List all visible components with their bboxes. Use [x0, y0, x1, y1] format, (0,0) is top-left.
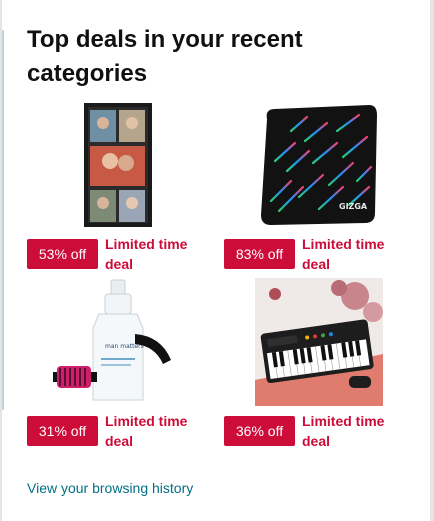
deal-tile-derma-roller[interactable]: man matters 31% off Limited time deal [27, 278, 209, 453]
product-image-photo-frame[interactable] [27, 101, 209, 229]
product-image-derma-roller[interactable]: man matters [27, 278, 209, 406]
deal-label: Limited time deal [105, 236, 188, 272]
deal-tile-keyboard[interactable]: 36% off Limited time deal [224, 278, 406, 453]
product-image-keyboard[interactable] [224, 278, 406, 406]
deal-info: 53% off Limited time deal [27, 234, 209, 274]
discount-badge: 36% off [224, 416, 295, 446]
deal-info: 36% off Limited time deal [224, 411, 406, 451]
deal-tile-mouse-pad[interactable]: GIZGA 83% off Limited time deal [224, 101, 406, 276]
discount-badge: 53% off [27, 239, 98, 269]
card-title: Top deals in your recent categories [27, 26, 303, 87]
deal-info: 31% off Limited time deal [27, 411, 209, 451]
deal-label: Limited time deal [302, 413, 385, 449]
deal-tile-photo-frame[interactable]: 53% off Limited time deal [27, 101, 209, 276]
view-browsing-history-link[interactable]: View your browsing history [27, 478, 193, 498]
deal-label: Limited time deal [302, 236, 385, 272]
card-edge [2, 30, 4, 410]
svg-text:GIZGA: GIZGA [339, 202, 368, 211]
deal-info: 83% off Limited time deal [224, 234, 406, 274]
product-image-mouse-pad[interactable]: GIZGA [224, 101, 406, 229]
deal-label: Limited time deal [105, 413, 188, 449]
deals-card: Top deals in your recent categories 53% … [2, 0, 430, 521]
discount-badge: 83% off [224, 239, 295, 269]
discount-badge: 31% off [27, 416, 98, 446]
